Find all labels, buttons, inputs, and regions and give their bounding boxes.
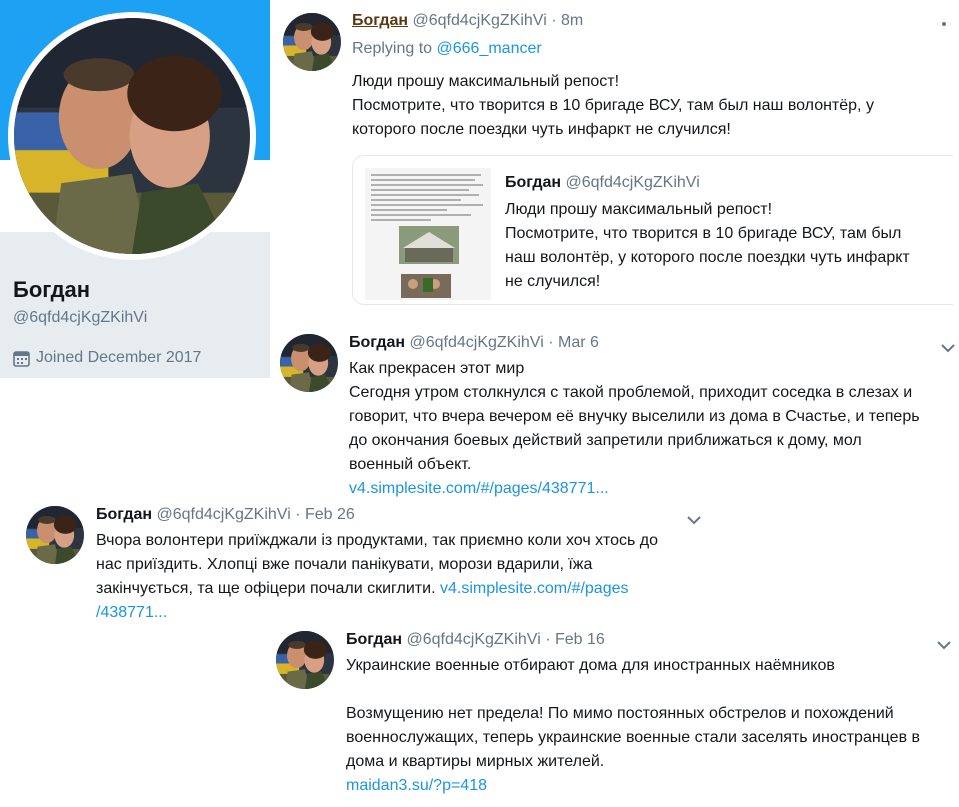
tweet-text-segment: закінчується, та ще офіцери почали скигл…: [96, 580, 436, 597]
quoted-tweet[interactable]: Богдан @6qfd4cjKgZKihVi Люди прошу макси…: [352, 155, 953, 305]
quoted-author-name[interactable]: Богдан: [505, 174, 561, 191]
profile-handle: @6qfd4cjKgZKihVi: [13, 309, 148, 326]
tweet-text-line: военнослужащих, теперь украинские военны…: [346, 729, 921, 746]
tweet-text-line: говорит, что вчера вечером её внучку выс…: [349, 408, 920, 425]
tweet-avatar[interactable]: [283, 13, 341, 71]
quoted-text-line: Посмотрите, что творится в 10 бригаде ВС…: [505, 225, 902, 242]
quoted-tweet-thumbnail: [365, 168, 491, 300]
tweet-text-line: до окончания боевых действий запретили п…: [349, 432, 862, 449]
quoted-author-handle[interactable]: @6qfd4cjKgZKihVi: [566, 174, 700, 191]
tweet-text: Люди прошу максимальный репост! Посмотри…: [352, 70, 874, 142]
tweet-author-name[interactable]: Богдан: [352, 12, 408, 29]
quoted-text-line: наш волонтёр, у которого после поездки ч…: [505, 249, 910, 266]
tweet-link[interactable]: v4.simplesite.com/#/pages/438771...: [349, 477, 920, 501]
profile-card: Богдан @6qfd4cjKgZKihVi Joined December …: [0, 0, 270, 378]
tweet-text-line: Украинские военные отбирают дома для ино…: [346, 657, 835, 674]
tweet-text: Украинские военные отбирают дома для ино…: [346, 654, 920, 798]
profile-name[interactable]: Богдан: [13, 277, 90, 303]
tweet-timestamp[interactable]: Feb 16: [555, 631, 605, 648]
tweet-text-line: дома и квартиры мирных жителей.: [346, 753, 605, 770]
separator-dot: ·: [295, 506, 301, 523]
tweet-author-name[interactable]: Богдан: [346, 631, 402, 648]
separator-dot: ·: [551, 12, 557, 29]
chevron-down-icon[interactable]: [936, 637, 952, 650]
more-dot-icon[interactable]: [941, 14, 947, 26]
reply-prefix: Replying to: [352, 40, 433, 57]
tweet-timestamp[interactable]: Mar 6: [558, 334, 599, 351]
tweet-text-line: Люди прошу максимальный репост!: [352, 73, 620, 90]
quoted-tweet-header: Богдан @6qfd4cjKgZKihVi: [505, 174, 700, 192]
chevron-down-icon[interactable]: [686, 512, 702, 525]
tweet-link[interactable]: maidan3.su/?p=418: [346, 774, 920, 798]
tweet-text-line: нас приїздить. Хлопці вже почали панікув…: [96, 556, 593, 573]
tweet-author-handle[interactable]: @6qfd4cjKgZKihVi: [410, 334, 544, 351]
tweet-author-handle[interactable]: @6qfd4cjKgZKihVi: [407, 631, 541, 648]
quoted-text-line: Люди прошу максимальный репост!: [505, 201, 773, 218]
profile-joined: Joined December 2017: [13, 349, 201, 367]
chevron-down-icon[interactable]: [940, 340, 956, 353]
quoted-tweet-text: Люди прошу максимальный репост! Посмотри…: [505, 198, 910, 294]
tweet-header: Богдан @6qfd4cjKgZKihVi · Mar 6: [349, 334, 599, 352]
tweet-header: Богдан @6qfd4cjKgZKihVi · 8m: [352, 12, 583, 30]
tweet-timestamp[interactable]: 8m: [561, 12, 583, 29]
tweet-text-line: Сегодня утром столкнулся с такой проблем…: [349, 384, 913, 401]
profile-photo: [14, 18, 250, 254]
joined-text: Joined December 2017: [36, 349, 202, 366]
tweet-text-line: Вчора волонтери приїжджали із продуктами…: [96, 532, 659, 549]
tweet-avatar[interactable]: [276, 631, 334, 689]
quoted-text-line: не случился!: [505, 273, 601, 290]
tweet-text: Вчора волонтери приїжджали із продуктами…: [96, 529, 658, 625]
tweet-header: Богдан @6qfd4cjKgZKihVi · Feb 26: [96, 506, 355, 524]
tweet-link[interactable]: v4.simplesite.com/#/pages: [440, 580, 629, 597]
tweet-author-handle[interactable]: @6qfd4cjKgZKihVi: [413, 12, 547, 29]
tweet-author-name[interactable]: Богдан: [96, 506, 152, 523]
tweet-text-line: Как прекрасен этот мир: [349, 360, 525, 377]
tweet-header: Богдан @6qfd4cjKgZKihVi · Feb 16: [346, 631, 605, 649]
tweet-text-line: которого после поездки чуть инфаркт не с…: [352, 121, 731, 138]
tweet-avatar[interactable]: [280, 334, 338, 392]
separator-dot: ·: [545, 631, 551, 648]
tweet-text-line: закінчується, та ще офіцери почали скигл…: [96, 577, 658, 601]
tweet-text: Как прекрасен этот мир Сегодня утром сто…: [349, 357, 920, 501]
reply-context: Replying to @666_mancer: [352, 40, 542, 58]
tweet-author-name[interactable]: Богдан: [349, 334, 405, 351]
reply-user-link[interactable]: @666_mancer: [437, 40, 542, 57]
calendar-icon: [13, 350, 30, 367]
tweet-text-line: военный объект.: [349, 456, 472, 473]
profile-avatar[interactable]: [8, 12, 256, 260]
separator-dot: ·: [548, 334, 554, 351]
tweet-author-handle[interactable]: @6qfd4cjKgZKihVi: [157, 506, 291, 523]
tweet-avatar[interactable]: [26, 506, 84, 564]
tweet-text-line: Возмущению нет предела! По мимо постоянн…: [346, 705, 894, 722]
tweet-timestamp[interactable]: Feb 26: [305, 506, 355, 523]
tweet-text-line: Посмотрите, что творится в 10 бригаде ВС…: [352, 97, 874, 114]
tweet-link-continued[interactable]: /438771...: [96, 601, 658, 625]
